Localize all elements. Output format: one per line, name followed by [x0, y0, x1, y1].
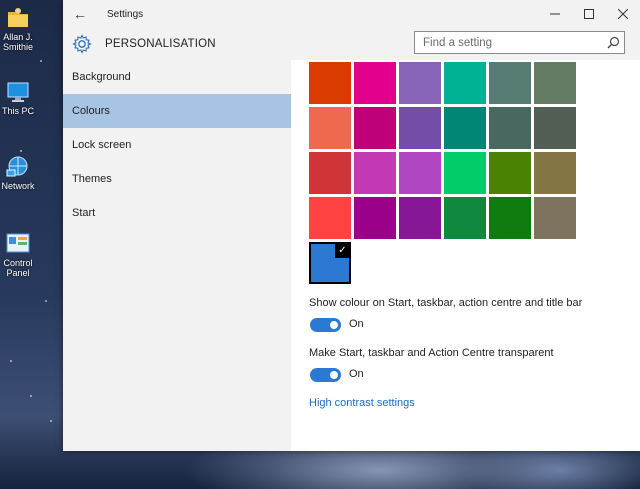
maximize-button[interactable]: [572, 0, 606, 28]
close-icon: [618, 9, 628, 19]
desktop-icon-label: This PC: [1, 106, 34, 116]
window-title: Settings: [107, 8, 144, 20]
accent-colour-grid: [309, 62, 576, 239]
window-controls: [538, 0, 640, 28]
star: [50, 420, 52, 422]
maximize-icon: [584, 9, 594, 19]
minimize-icon: [550, 13, 560, 15]
checkmark-icon: ✓: [335, 243, 350, 258]
page-title: PERSONALISATION: [105, 38, 216, 50]
sidebar-item-label: Lock screen: [72, 139, 132, 151]
colour-swatch[interactable]: [534, 152, 576, 194]
transparency-state: On: [349, 368, 364, 380]
desktop-icon-label: Allan J. Smithie: [2, 32, 33, 52]
colour-swatch[interactable]: [534, 62, 576, 104]
colour-swatch[interactable]: [444, 107, 486, 149]
star: [45, 300, 47, 302]
colour-swatch[interactable]: [489, 62, 531, 104]
gear-icon: [71, 33, 93, 55]
colour-swatch[interactable]: [489, 152, 531, 194]
colour-swatch[interactable]: [534, 107, 576, 149]
user-folder-icon: [8, 8, 28, 27]
toggle-knob: [330, 371, 338, 379]
computer-icon: [7, 82, 29, 102]
close-button[interactable]: [606, 0, 640, 28]
back-arrow-icon: ←: [73, 6, 87, 22]
settings-window: ← Settings PERSONALISATION Find a settin…: [63, 0, 640, 451]
colour-swatch[interactable]: [354, 62, 396, 104]
minimize-button[interactable]: [538, 0, 572, 28]
page-header: PERSONALISATION: [63, 28, 640, 60]
sidebar-item-label: Background: [72, 71, 131, 83]
colour-swatch[interactable]: [444, 152, 486, 194]
star: [30, 395, 32, 397]
star: [10, 360, 12, 362]
colour-swatch[interactable]: [399, 62, 441, 104]
toggle-knob: [330, 321, 338, 329]
sidebar-item-themes[interactable]: Themes: [63, 162, 291, 196]
colour-swatch[interactable]: [309, 62, 351, 104]
show-colour-toggle[interactable]: [310, 318, 341, 332]
sidebar-item-background[interactable]: Background: [63, 60, 291, 94]
colour-swatch[interactable]: [489, 197, 531, 239]
transparency-label: Make Start, taskbar and Action Centre tr…: [309, 347, 554, 359]
sidebar-item-label: Start: [72, 207, 96, 219]
colour-swatch[interactable]: [354, 107, 396, 149]
sidebar-item-lock-screen[interactable]: Lock screen: [63, 128, 291, 162]
colour-swatch[interactable]: [399, 107, 441, 149]
network-icon: [6, 156, 28, 177]
colour-swatch[interactable]: [489, 107, 531, 149]
desktop-icon-network[interactable]: Network: [0, 155, 36, 191]
sidebar-item-label: Colours: [72, 105, 110, 117]
selected-accent-swatch[interactable]: ✓: [309, 242, 351, 284]
title-bar: ← Settings: [63, 0, 640, 28]
control-panel-icon: [6, 233, 30, 253]
colour-swatch[interactable]: [399, 152, 441, 194]
colour-swatch[interactable]: [444, 197, 486, 239]
colours-content: ✓ Show colour on Start, taskbar, action …: [291, 60, 640, 451]
colour-swatch[interactable]: [309, 107, 351, 149]
star: [40, 60, 42, 62]
back-button[interactable]: ←: [65, 0, 95, 28]
show-colour-label: Show colour on Start, taskbar, action ce…: [309, 297, 583, 309]
colour-swatch[interactable]: [309, 152, 351, 194]
desktop-icon-user-folder[interactable]: Allan J. Smithie: [0, 6, 36, 52]
search-icon[interactable]: [602, 32, 624, 53]
sidebar-item-start[interactable]: Start: [63, 196, 291, 230]
desktop-icon-control-panel[interactable]: Control Panel: [0, 232, 36, 278]
search-input[interactable]: [415, 32, 602, 53]
colour-swatch[interactable]: [399, 197, 441, 239]
colour-swatch[interactable]: [534, 197, 576, 239]
sidebar: Background Colours Lock screen Themes St…: [63, 60, 291, 451]
desktop-icon-this-pc[interactable]: This PC: [0, 80, 36, 116]
desktop-icon-label: Control Panel: [3, 258, 33, 278]
show-colour-state: On: [349, 318, 364, 330]
colour-swatch[interactable]: [354, 197, 396, 239]
colour-swatch[interactable]: [309, 197, 351, 239]
colour-swatch[interactable]: [354, 152, 396, 194]
star: [20, 150, 22, 152]
high-contrast-settings-link[interactable]: High contrast settings: [309, 397, 415, 409]
search-box[interactable]: [414, 31, 625, 54]
transparency-toggle[interactable]: [310, 368, 341, 382]
colour-swatch[interactable]: [444, 62, 486, 104]
sidebar-item-label: Themes: [72, 173, 112, 185]
sidebar-item-colours[interactable]: Colours: [63, 94, 291, 128]
desktop-icon-label: Network: [1, 181, 35, 191]
